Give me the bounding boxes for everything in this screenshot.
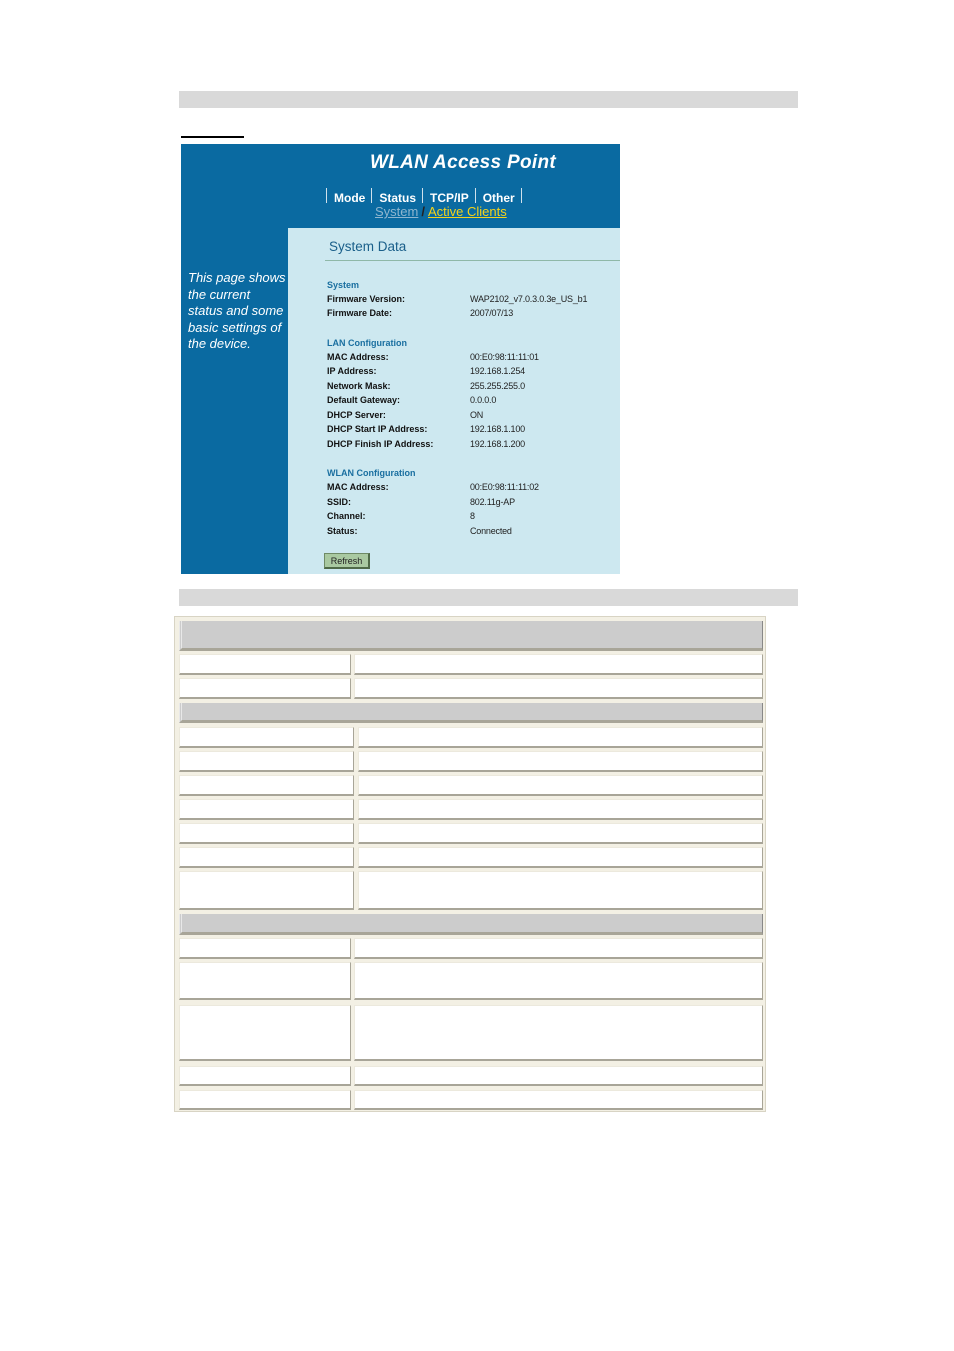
info-value: 192.168.1.254 [470, 366, 525, 376]
table-cell-label [179, 775, 354, 796]
table-cell-label [179, 1090, 351, 1110]
info-value: 00:E0:98:11:11:01 [470, 352, 539, 362]
table-cell-label [179, 847, 354, 868]
table-cell-label [179, 1066, 351, 1086]
table-cell-value [354, 1005, 763, 1061]
info-value: 0.0.0.0 [470, 395, 497, 405]
section-heading-bar [179, 589, 798, 606]
title-divider [325, 260, 620, 261]
panel-title: System Data [329, 239, 407, 254]
sidebar-help-text: This page shows the current status and s… [188, 270, 286, 352]
main-nav-tabs: Mode Status TCP/IP Other [326, 188, 522, 205]
info-key: DHCP Start IP Address: [327, 424, 428, 434]
tab-status[interactable]: Status [371, 188, 422, 205]
table-cell-label [179, 678, 351, 699]
refresh-button[interactable]: Refresh [324, 553, 370, 569]
table-cell-label [179, 751, 354, 772]
info-key: IP Address: [327, 366, 377, 376]
info-key: DHCP Server: [327, 410, 386, 420]
table-cell-value [358, 823, 763, 844]
table-cell-label [179, 727, 354, 748]
table-cell-value [354, 678, 763, 699]
info-value: 192.168.1.200 [470, 439, 525, 449]
table-cell-label [179, 799, 354, 820]
tab-other[interactable]: Other [474, 188, 522, 205]
info-value: Connected [470, 526, 512, 536]
section-heading-bar [179, 91, 798, 108]
table-cell-label [179, 823, 354, 844]
info-key: Default Gateway: [327, 395, 401, 405]
sub-nav: System / Active Clients [375, 204, 507, 219]
table-cell-value [354, 1090, 763, 1110]
table-cell-value [358, 727, 763, 748]
subnav-system-link[interactable]: System [375, 204, 418, 219]
info-key: DHCP Finish IP Address: [327, 439, 434, 449]
device-screenshot: WLAN Access Point Mode Status TCP/IP Oth… [181, 144, 620, 574]
section-label-lan: LAN Configuration [327, 338, 407, 348]
info-value: 255.255.255.0 [470, 381, 525, 391]
info-key: Status: [327, 526, 358, 536]
subnav-active-clients-link[interactable]: Active Clients [428, 204, 507, 219]
info-value: ON [470, 410, 484, 420]
table-header-row [179, 914, 763, 935]
info-key: MAC Address: [327, 352, 389, 362]
info-value: 8 [470, 511, 475, 521]
table-cell-value [354, 654, 763, 675]
table-cell-value [358, 751, 763, 772]
table-cell-label [179, 654, 351, 675]
table-cell-label [179, 962, 351, 1000]
device-sidebar: This page shows the current status and s… [181, 228, 288, 574]
table-cell-value [358, 799, 763, 820]
info-key: SSID: [327, 497, 352, 507]
table-cell-label [179, 938, 351, 959]
device-title: WLAN Access Point [370, 152, 556, 173]
system-data-panel: System Data System Firmware Version: WAP2… [288, 228, 620, 574]
subnav-separator: / [421, 204, 425, 219]
info-key: Network Mask: [327, 381, 391, 391]
table-cell-value [354, 938, 763, 959]
table-cell-label [179, 1005, 351, 1061]
table-cell-value [358, 775, 763, 796]
info-value: WAP2102_v7.0.3.0.3e_US_b1 [470, 294, 588, 304]
table-cell-label [179, 871, 354, 910]
section-label-wlan: WLAN Configuration [327, 468, 416, 478]
table-header-row [179, 621, 763, 651]
description-table [174, 616, 766, 1112]
info-value: 00:E0:98:11:11:02 [470, 482, 539, 492]
table-header-row [179, 703, 763, 723]
figure-label-underline [181, 136, 244, 138]
table-cell-value [358, 847, 763, 868]
table-cell-value [358, 871, 763, 910]
info-key: MAC Address: [327, 482, 389, 492]
tab-mode[interactable]: Mode [326, 188, 371, 205]
info-key: Firmware Version: [327, 294, 406, 304]
info-key: Firmware Date: [327, 308, 393, 318]
info-key: Channel: [327, 511, 366, 521]
section-label-system: System [327, 280, 360, 290]
table-cell-value [354, 962, 763, 1000]
info-value: 192.168.1.100 [470, 424, 525, 434]
info-value: 802.11g-AP [470, 497, 515, 507]
device-header: WLAN Access Point Mode Status TCP/IP Oth… [181, 144, 620, 228]
table-cell-value [354, 1066, 763, 1086]
tab-tcpip[interactable]: TCP/IP [422, 188, 475, 205]
info-value: 2007/07/13 [470, 308, 514, 318]
